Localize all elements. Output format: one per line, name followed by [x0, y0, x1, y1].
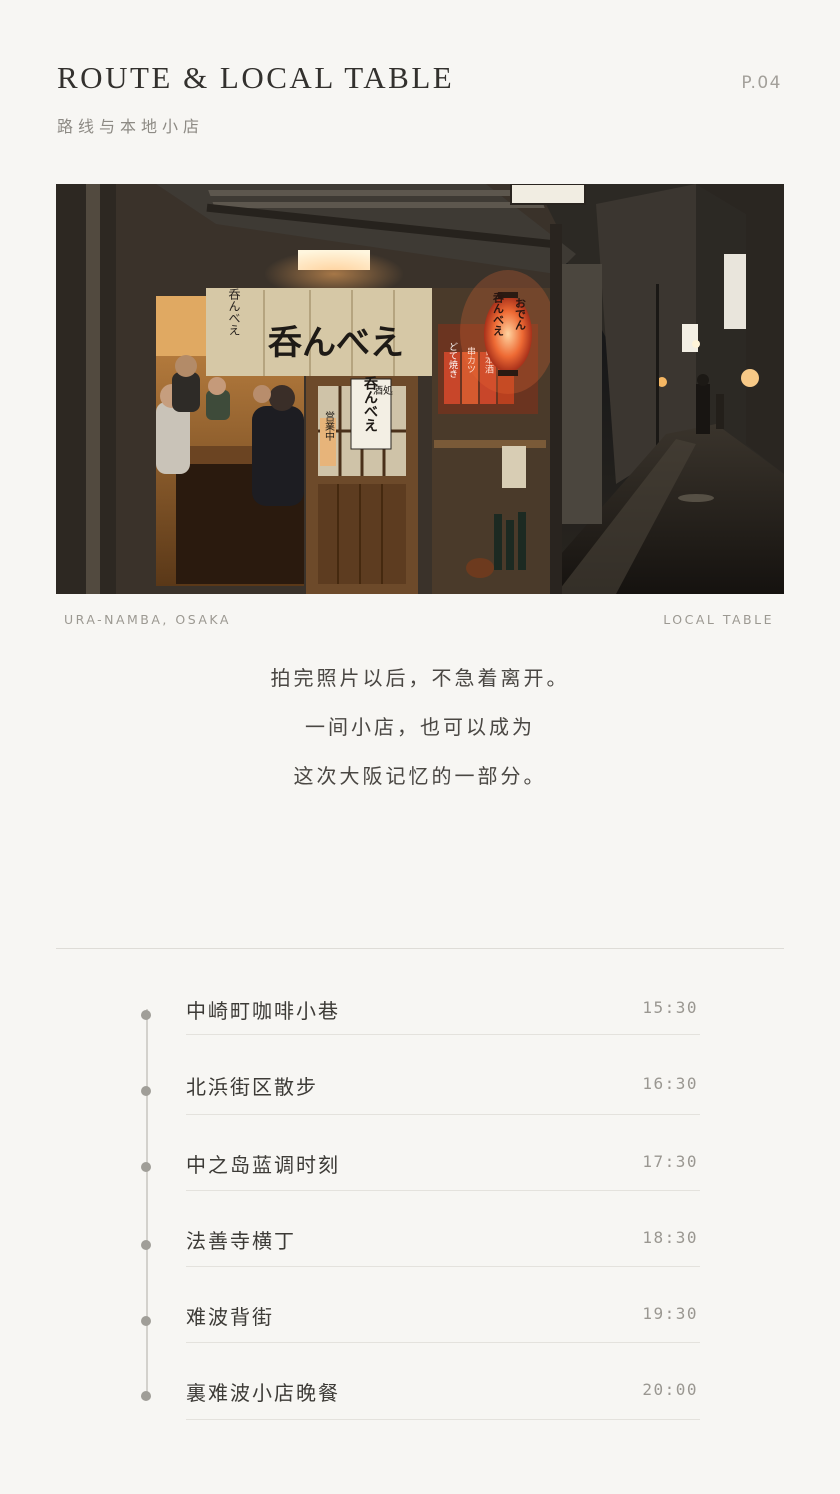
page-number: P.04	[741, 73, 782, 93]
lantern-text: おでん	[514, 297, 527, 330]
route-divider	[186, 1114, 700, 1115]
page-subtitle: 路线与本地小店	[57, 117, 205, 136]
route-item: 难波背街 19:30	[141, 1301, 700, 1343]
poem-line: 拍完照片以后，不急着离开。	[270, 666, 570, 690]
route-time: 19:30	[642, 1304, 698, 1323]
door-sign-text: 呑んべえ	[362, 375, 379, 432]
route-time: 16:30	[642, 1074, 698, 1093]
section-divider	[56, 948, 784, 949]
menu-tag-1: どて焼き	[447, 342, 458, 378]
route-name: 裏难波小店晚餐	[186, 1381, 340, 1405]
timeline-dot-icon	[141, 1240, 151, 1250]
curtain-small-text: 呑んべえ	[227, 288, 241, 336]
route-time: 20:00	[642, 1380, 698, 1399]
route-time: 15:30	[642, 998, 698, 1017]
route-item: 裏难波小店晚餐 20:00	[141, 1377, 700, 1420]
page-title: ROUTE & LOCAL TABLE	[57, 60, 455, 95]
photo-tag-caption: LOCAL TABLE	[663, 612, 774, 627]
route-name: 中崎町咖啡小巷	[186, 999, 340, 1023]
poem-line: 这次大阪记忆的一部分。	[293, 764, 547, 788]
route-name: 难波背街	[186, 1305, 274, 1329]
curtain-text: 呑んべえ	[268, 323, 404, 363]
timeline-dot-icon	[141, 1162, 151, 1172]
poem-line: 一间小店，也可以成为	[305, 715, 535, 739]
timeline-dot-icon	[141, 1010, 151, 1020]
route-divider	[186, 1190, 700, 1191]
izakaya-photo: 呑んべえ 呑んべえ 酒処 呑んべえ 営業中 どて焼き 串カツ 日本酒 おでん 呑…	[56, 184, 784, 594]
route-divider	[186, 1266, 700, 1267]
route-item: 法善寺横丁 18:30	[141, 1225, 700, 1267]
route-time: 18:30	[642, 1228, 698, 1247]
timeline-line	[146, 1009, 148, 1395]
route-divider	[186, 1342, 700, 1343]
route-name: 北浜街区散步	[186, 1075, 318, 1099]
open-sign: 営業中	[323, 410, 335, 442]
route-item: 中之岛蓝调时刻 17:30	[141, 1149, 700, 1191]
route-name: 法善寺横丁	[186, 1229, 296, 1253]
route-name: 中之岛蓝调时刻	[186, 1153, 340, 1177]
poem-block: 拍完照片以后，不急着离开。 一间小店，也可以成为 这次大阪记忆的一部分。	[56, 659, 784, 806]
lantern-text-2: 呑んべえ	[492, 291, 506, 336]
timeline-dot-icon	[141, 1316, 151, 1326]
timeline-dot-icon	[141, 1086, 151, 1096]
route-divider	[186, 1034, 700, 1035]
route-item: 中崎町咖啡小巷 15:30	[141, 995, 700, 1035]
route-item: 北浜街区散步 16:30	[141, 1071, 700, 1115]
photo-location-caption: URA-NAMBA, OSAKA	[64, 612, 231, 627]
timeline-dot-icon	[141, 1391, 151, 1401]
route-divider	[186, 1419, 700, 1420]
route-time: 17:30	[642, 1152, 698, 1171]
